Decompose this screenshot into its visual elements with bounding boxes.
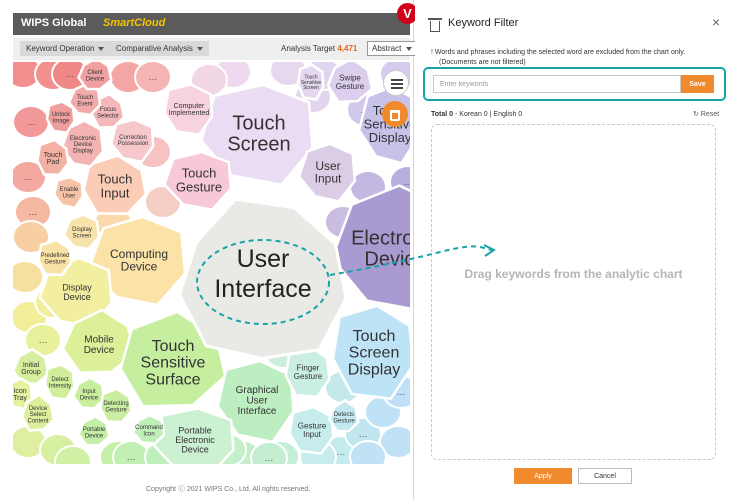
drag-arrow-path xyxy=(329,245,493,276)
drag-arrow xyxy=(329,244,496,276)
arrow-head-icon xyxy=(483,244,496,257)
